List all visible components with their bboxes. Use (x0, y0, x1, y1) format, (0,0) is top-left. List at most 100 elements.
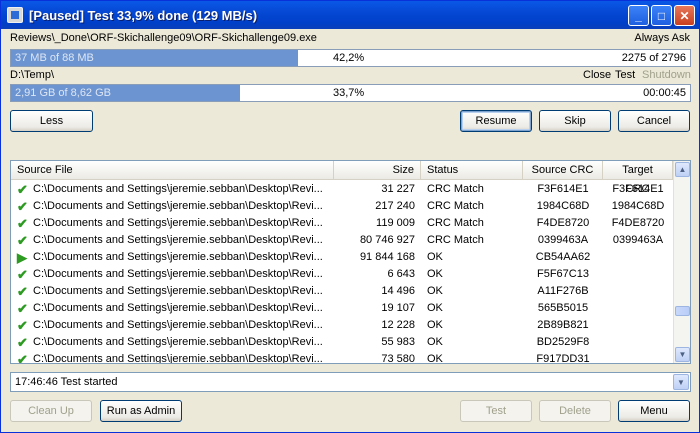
collision-action-link[interactable]: Always Ask (634, 32, 690, 44)
target-crc-cell: F3F614E1 (612, 183, 664, 195)
size-cell: 55 983 (381, 336, 415, 348)
total-percent: 33,7% (333, 87, 365, 99)
status-cell: OK (427, 336, 443, 348)
table-row[interactable]: ✔ C:\Documents and Settings\jeremie.sebba… (11, 181, 673, 198)
source-crc-cell: F5F67C13 (537, 268, 589, 280)
column-target-crc[interactable]: Target CRC (603, 161, 673, 195)
size-cell: 31 227 (381, 183, 415, 195)
source-file-cell: C:\Documents and Settings\jeremie.sebban… (33, 268, 323, 280)
delete-button[interactable]: Delete (539, 400, 611, 422)
table-row[interactable]: ✔ C:\Documents and Settings\jeremie.sebba… (11, 198, 673, 215)
resume-button[interactable]: Resume (460, 110, 532, 132)
source-crc-cell: CB54AA62 (535, 251, 591, 263)
table-row[interactable]: ✔ C:\Documents and Settings\jeremie.sebba… (11, 317, 673, 334)
less-button[interactable]: Less (10, 110, 93, 132)
skip-button[interactable]: Skip (539, 110, 611, 132)
shutdown-option[interactable]: Shutdown (642, 69, 691, 81)
check-icon: ✔ (17, 318, 28, 333)
status-cell: CRC Match (427, 234, 484, 246)
check-plus-icon: ✔ (17, 182, 28, 197)
status-cell: OK (427, 251, 443, 263)
total-size-text: 2,91 GB of 8,62 GB (15, 87, 112, 99)
menu-button[interactable]: Menu (618, 400, 690, 422)
column-source-file[interactable]: Source File (11, 161, 334, 180)
log-text: 17:46:46 Test started (15, 376, 118, 388)
source-crc-cell: F4DE8720 (536, 217, 590, 229)
title-bar[interactable]: [Paused] Test 33,9% done (129 MB/s) _ □ … (1, 1, 699, 29)
source-crc-cell: BD2529F8 (536, 336, 590, 348)
table-row[interactable]: ✔ C:\Documents and Settings\jeremie.sebba… (11, 232, 673, 249)
column-size[interactable]: Size (334, 161, 421, 180)
file-progress-bar: 37 MB of 88 MB 42,2% 2275 of 2796 (10, 49, 691, 67)
source-crc-cell: F3F614E1 (537, 183, 589, 195)
target-crc-cell: 1984C68D (611, 200, 665, 212)
list-scrollbar[interactable]: ▲ ▼ (673, 161, 690, 363)
source-crc-cell: 0399463A (537, 234, 589, 246)
size-cell: 19 107 (381, 302, 415, 314)
file-count: 2275 of 2796 (621, 52, 686, 64)
status-cell: CRC Match (427, 183, 484, 195)
column-source-crc[interactable]: Source CRC (523, 161, 603, 180)
table-row[interactable]: ✔ C:\Documents and Settings\jeremie.sebba… (11, 334, 673, 351)
check-icon: ✔ (17, 352, 28, 364)
window-title: [Paused] Test 33,9% done (129 MB/s) (29, 7, 258, 23)
status-cell: OK (427, 319, 443, 331)
size-cell: 12 228 (381, 319, 415, 331)
table-row[interactable]: ✔ C:\Documents and Settings\jeremie.sebba… (11, 283, 673, 300)
size-cell: 6 643 (387, 268, 415, 280)
current-file-path: Reviews\_Done\ORF-Skichallenge09\ORF-Ski… (10, 32, 317, 44)
clean-up-button[interactable]: Clean Up (10, 400, 92, 422)
table-row[interactable]: ✔ C:\Documents and Settings\jeremie.sebba… (11, 215, 673, 232)
check-plus-icon: ✔ (17, 233, 28, 248)
file-list[interactable]: Source File Size Status Source CRC Targe… (10, 160, 691, 364)
table-row[interactable]: ✔ C:\Documents and Settings\jeremie.sebba… (11, 300, 673, 317)
close-icon[interactable]: ✕ (674, 5, 695, 26)
status-cell: CRC Match (427, 200, 484, 212)
target-crc-cell (603, 266, 673, 283)
check-icon: ✔ (17, 301, 28, 316)
cancel-button[interactable]: Cancel (618, 110, 690, 132)
check-icon: ✔ (17, 335, 28, 350)
table-row[interactable]: ▶ C:\Documents and Settings\jeremie.sebba… (11, 249, 673, 266)
size-cell: 119 009 (376, 217, 415, 229)
elapsed-time: 00:00:45 (643, 87, 686, 99)
scroll-up-icon[interactable]: ▲ (675, 162, 690, 177)
size-cell: 91 844 168 (359, 251, 415, 263)
source-crc-cell: A11F276B (537, 285, 589, 297)
test-option[interactable]: Test (615, 69, 635, 81)
target-crc-cell (603, 351, 673, 363)
source-file-cell: C:\Documents and Settings\jeremie.sebban… (33, 302, 323, 314)
check-icon: ✔ (17, 284, 28, 299)
target-crc-cell: F4DE8720 (611, 217, 665, 229)
table-row[interactable]: ✔ C:\Documents and Settings\jeremie.sebba… (11, 351, 673, 364)
target-crc-cell (603, 317, 673, 334)
source-file-cell: C:\Documents and Settings\jeremie.sebban… (33, 217, 323, 229)
test-button[interactable]: Test (460, 400, 532, 422)
chevron-down-icon[interactable]: ▼ (673, 374, 689, 390)
run-as-admin-button[interactable]: Run as Admin (100, 400, 182, 422)
minimize-icon[interactable]: _ (628, 5, 649, 26)
source-file-cell: C:\Documents and Settings\jeremie.sebban… (33, 251, 323, 263)
size-cell: 80 746 927 (359, 234, 415, 246)
table-row[interactable]: ✔ C:\Documents and Settings\jeremie.sebba… (11, 266, 673, 283)
column-status[interactable]: Status (421, 161, 523, 180)
source-file-cell: C:\Documents and Settings\jeremie.sebban… (33, 353, 323, 364)
target-crc-cell (603, 334, 673, 351)
file-size-text: 37 MB of 88 MB (15, 52, 94, 64)
close-option[interactable]: Close (583, 69, 611, 81)
source-file-cell: C:\Documents and Settings\jeremie.sebban… (33, 336, 323, 348)
file-percent: 42,2% (333, 52, 365, 64)
source-crc-cell: 1984C68D (536, 200, 590, 212)
status-cell: OK (427, 285, 443, 297)
play-icon: ▶ (17, 250, 27, 265)
maximize-icon[interactable]: □ (651, 5, 672, 26)
main-window: [Paused] Test 33,9% done (129 MB/s) _ □ … (0, 0, 700, 433)
log-dropdown[interactable]: 17:46:46 Test started ▼ (10, 372, 691, 392)
target-crc-cell (603, 283, 673, 300)
app-icon (7, 7, 23, 23)
scroll-down-icon[interactable]: ▼ (675, 347, 690, 362)
source-file-cell: C:\Documents and Settings\jeremie.sebban… (33, 285, 323, 297)
scroll-thumb[interactable] (675, 306, 690, 316)
source-crc-cell: F917DD31 (536, 353, 590, 364)
source-file-cell: C:\Documents and Settings\jeremie.sebban… (33, 183, 323, 195)
